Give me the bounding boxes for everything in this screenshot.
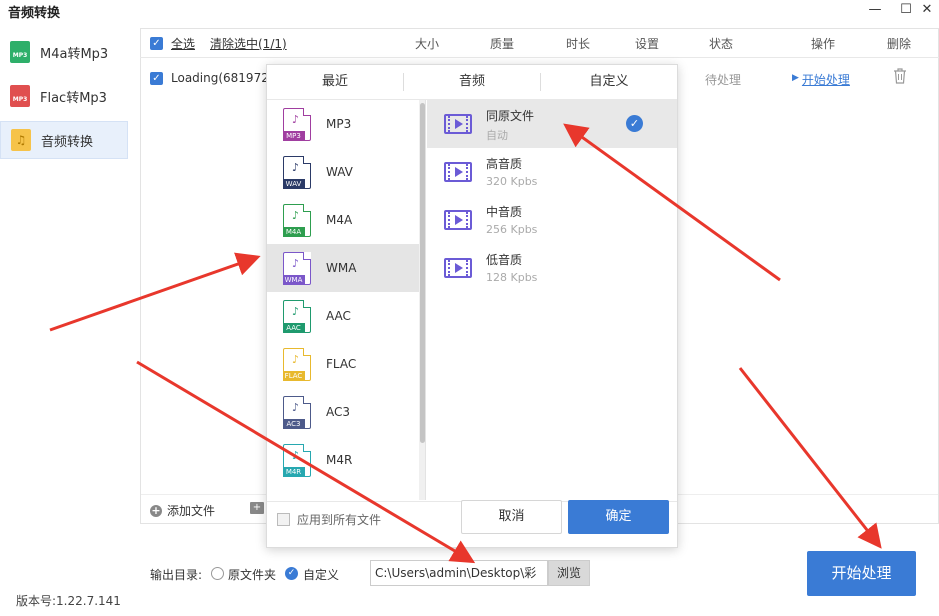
browse-button[interactable]: 浏览 — [548, 560, 590, 586]
quality-bitrate: 256 Kpbs — [486, 223, 538, 236]
output-path-field[interactable]: C:\Users\admin\Desktop\彩 — [370, 560, 548, 586]
minimize-button[interactable]: — — [862, 0, 888, 20]
format-list: ♪ MP3 MP3 ♪ WAV WAV ♪ M4A M4A ♪ WMA WMA ♪ AAC AAC ♪ FLAC… — [267, 100, 419, 500]
column-delete: 删除 — [887, 37, 912, 51]
row-file-name: Loading(6819724 — [171, 71, 277, 85]
format-item-m4a[interactable]: ♪ M4A M4A — [267, 196, 419, 244]
tab-custom[interactable]: 自定义 — [541, 65, 677, 99]
radio-original-label: 原文件夹 — [228, 568, 277, 582]
quality-item[interactable]: 高音质 320 Kpbs — [427, 148, 677, 196]
audio-file-icon: ♪ AC3 — [282, 395, 311, 429]
quality-name: 高音质 — [486, 157, 523, 171]
quality-item[interactable]: 同原文件自动 ✓ — [427, 100, 677, 148]
format-name: MP3 — [326, 117, 352, 131]
row-status: 待处理 — [705, 73, 742, 87]
row-start-label: 开始处理 — [801, 73, 850, 87]
format-name: WAV — [326, 165, 353, 179]
quality-name: 低音质 — [486, 253, 523, 267]
flac-mp3-icon: MP3 — [10, 85, 30, 107]
format-item-wma[interactable]: ♪ WMA WMA — [267, 244, 419, 292]
sidebar-item-m4a-mp3[interactable]: MP3 M4a转Mp3 — [0, 33, 128, 71]
trash-icon[interactable] — [893, 68, 907, 84]
column-quality: 质量 — [490, 37, 515, 51]
play-icon: ▶ — [792, 73, 799, 83]
audio-file-icon: ♪ WAV — [282, 155, 311, 189]
quality-item[interactable]: 中音质 256 Kpbs — [427, 196, 677, 244]
format-item-flac[interactable]: ♪ FLAC FLAC — [267, 340, 419, 388]
format-name: WMA — [326, 261, 357, 275]
quality-item[interactable]: 低音质 128 Kpbs — [427, 244, 677, 292]
check-icon: ✓ — [626, 115, 643, 132]
format-item-ac3[interactable]: ♪ AC3 AC3 — [267, 388, 419, 436]
row-start-link[interactable]: ▶ 开始处理 — [792, 71, 850, 88]
start-process-button[interactable]: 开始处理 — [807, 551, 916, 596]
confirm-button[interactable]: 确定 — [568, 500, 669, 534]
audio-file-icon: ♪ FLAC — [282, 347, 311, 381]
quality-name: 中音质 — [486, 205, 523, 219]
format-item-m4r[interactable]: ♪ M4R M4R — [267, 436, 419, 484]
cancel-button[interactable]: 取消 — [461, 500, 562, 534]
radio-custom-label: 自定义 — [303, 568, 340, 582]
select-all-link[interactable]: 全选 — [171, 35, 195, 52]
video-file-icon — [444, 210, 472, 230]
close-button[interactable]: ✕ — [916, 0, 938, 20]
video-file-icon — [444, 162, 472, 182]
apply-all-label: 应用到所有文件 — [297, 513, 382, 527]
version-label: 版本号:1.22.7.141 — [16, 594, 121, 608]
sidebar-item-label: Flac转Mp3 — [40, 90, 107, 106]
audio-file-icon: ♪ WMA — [282, 251, 311, 285]
app-title: 音频转换 — [8, 6, 61, 21]
format-item-wav[interactable]: ♪ WAV WAV — [267, 148, 419, 196]
column-duration: 时长 — [566, 37, 591, 51]
column-divider — [425, 100, 426, 500]
select-all-checkbox[interactable]: ✓ — [150, 37, 163, 50]
audio-file-icon: ♪ M4R — [282, 443, 311, 477]
apply-all-option[interactable]: 应用到所有文件 — [277, 511, 381, 528]
sidebar: MP3 M4a转Mp3 MP3 Flac转Mp3 ♫ 音频转换 — [0, 22, 134, 616]
radio-original-folder[interactable] — [211, 567, 224, 580]
column-size: 大小 — [415, 37, 440, 51]
quality-bitrate: 320 Kpbs — [486, 175, 538, 188]
column-settings: 设置 — [635, 37, 660, 51]
sidebar-item-label: M4a转Mp3 — [40, 46, 109, 62]
tab-audio[interactable]: 音频 — [404, 65, 540, 99]
apply-all-checkbox[interactable] — [277, 513, 290, 526]
audio-file-icon: ♪ MP3 — [282, 107, 311, 141]
add-folder-icon[interactable]: + — [250, 502, 264, 514]
audio-file-icon: ♪ M4A — [282, 203, 311, 237]
sidebar-item-label: 音频转换 — [41, 134, 94, 150]
title-bar — [0, 0, 939, 22]
output-dir-label: 输出目录: — [150, 568, 203, 582]
music-note-icon: ♫ — [11, 129, 31, 151]
audio-file-icon: ♪ AAC — [282, 299, 311, 333]
plus-icon: + — [150, 503, 162, 517]
format-item-aac[interactable]: ♪ AAC AAC — [267, 292, 419, 340]
format-name: AC3 — [326, 405, 351, 419]
video-file-icon — [444, 258, 472, 278]
sidebar-item-flac-mp3[interactable]: MP3 Flac转Mp3 — [0, 77, 128, 115]
column-status: 状态 — [709, 37, 734, 51]
video-file-icon — [444, 114, 472, 134]
sidebar-item-audio-convert[interactable]: ♫ 音频转换 — [0, 121, 128, 159]
quality-bitrate: 自动 — [486, 129, 508, 142]
m4a-mp3-icon: MP3 — [10, 41, 30, 63]
radio-custom[interactable]: ✓ — [285, 567, 298, 580]
format-item-mp3[interactable]: ♪ MP3 MP3 — [267, 100, 419, 148]
add-file-button[interactable]: + 添加文件 — [150, 502, 215, 519]
quality-bitrate: 128 Kpbs — [486, 271, 538, 284]
format-name: FLAC — [326, 357, 357, 371]
format-name: M4A — [326, 213, 353, 227]
add-file-label: 添加文件 — [167, 504, 216, 518]
clear-selected-link[interactable]: 清除选中(1/1) — [210, 35, 287, 52]
format-name: M4R — [326, 453, 353, 467]
tab-recent[interactable]: 最近 — [267, 65, 403, 99]
row-checkbox[interactable]: ✓ — [150, 72, 163, 85]
column-action: 操作 — [811, 37, 836, 51]
quality-name: 同原文件 — [486, 109, 535, 123]
format-popup: 最近 音频 自定义 ♪ MP3 MP3 ♪ WAV WAV ♪ M4A M4A ♪ WMA WMA ♪ A… — [266, 64, 678, 548]
format-name: AAC — [326, 309, 351, 323]
